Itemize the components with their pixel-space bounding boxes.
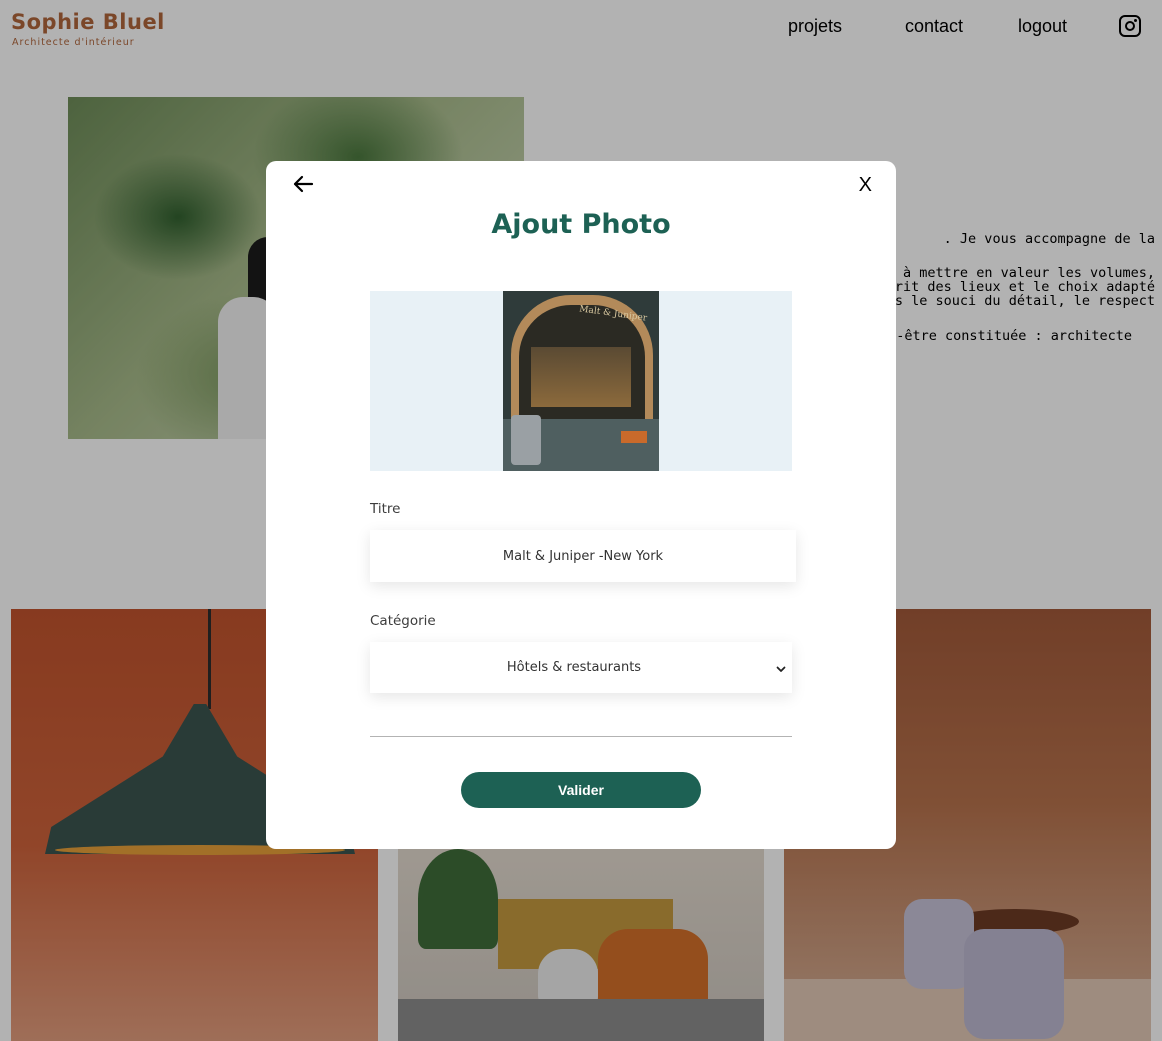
submit-button[interactable]: Valider xyxy=(461,772,701,808)
photo-upload-area[interactable]: Malt & Juniper xyxy=(370,291,792,471)
titre-input[interactable] xyxy=(370,530,796,582)
titre-label: Titre xyxy=(370,501,401,517)
preview-glass xyxy=(531,347,631,407)
modal-title: Ajout Photo xyxy=(491,209,671,240)
close-button[interactable]: X xyxy=(859,174,872,197)
categorie-selected-value: Hôtels & restaurants xyxy=(506,660,642,675)
chevron-down-icon xyxy=(774,661,788,675)
add-photo-modal: X Ajout Photo Malt & Juniper Titre Catég… xyxy=(266,161,896,849)
categorie-label: Catégorie xyxy=(370,613,436,629)
preview-stool xyxy=(621,431,647,443)
photo-preview: Malt & Juniper xyxy=(503,291,659,471)
preview-heater xyxy=(511,415,541,465)
categorie-select[interactable]: Hôtels & restaurants xyxy=(370,642,792,693)
arrow-left-icon[interactable] xyxy=(292,173,314,195)
form-divider xyxy=(370,736,792,737)
